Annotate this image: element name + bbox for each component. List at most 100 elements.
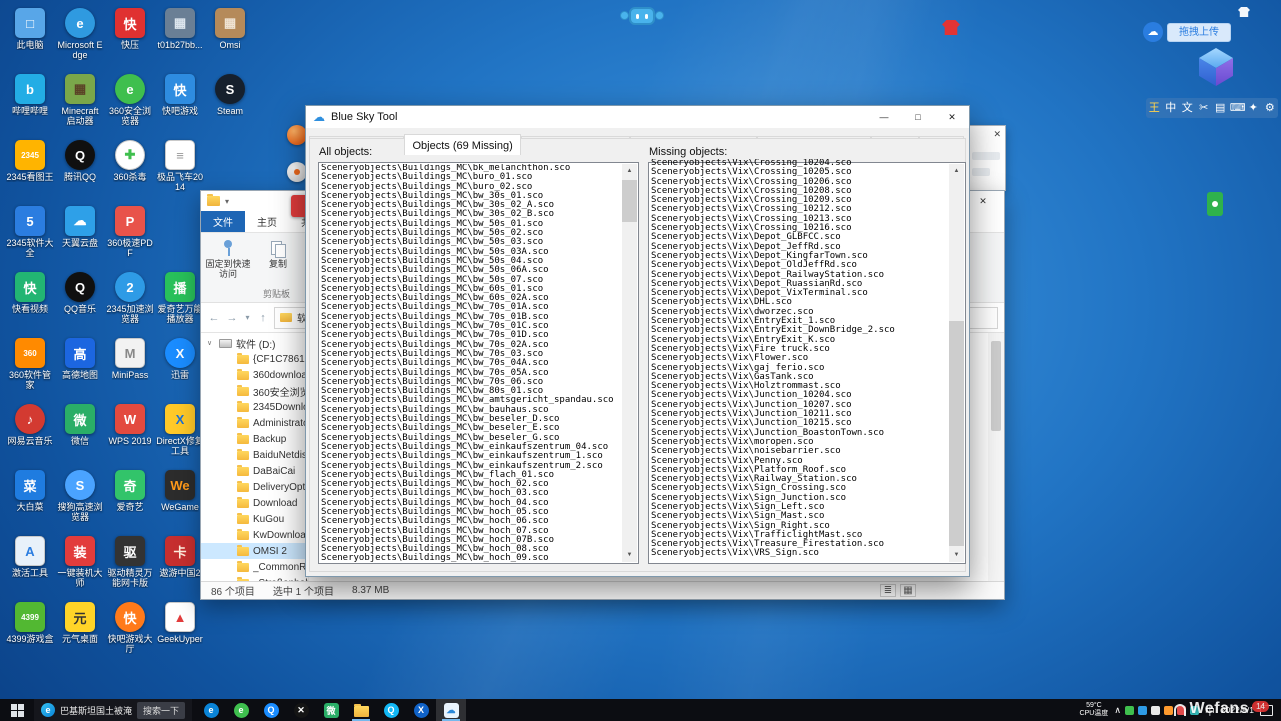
desktop-icon-wegame[interactable]: WeWeGame	[156, 470, 204, 512]
desktop-icon-iqiyi-player[interactable]: 播爱奇艺万能播放器	[156, 272, 204, 324]
tree-item[interactable]: _CommonRe...	[201, 559, 308, 575]
taskbar-app-blue-sky-tool[interactable]: ☁	[436, 699, 466, 721]
thumbnails-view-button[interactable]: ▦	[900, 584, 916, 597]
tree-item[interactable]: 360downloa...	[201, 367, 308, 383]
desktop-icon-geek[interactable]: ▲GeekUyper	[156, 602, 204, 644]
desktop-icon-iqiyi[interactable]: 奇爱奇艺	[106, 470, 154, 512]
scrollbar-thumb[interactable]	[991, 341, 1001, 431]
scrollbar-thumb[interactable]	[622, 180, 637, 222]
desktop-icon-truck2[interactable]: 卡遨游中国2	[156, 536, 204, 578]
tree-item[interactable]: DeliveryOpti...	[201, 479, 308, 495]
expander-icon[interactable]: ∨	[207, 339, 215, 347]
toolbar-chinese-icon[interactable]: 中	[1164, 98, 1178, 118]
desktop-icon-sd-360[interactable]: ✚360杀毒	[106, 140, 154, 182]
tree-item[interactable]: BaiduNetdisk	[201, 447, 308, 463]
desktop-icon-browser-360[interactable]: e360安全浏览器	[106, 74, 154, 126]
scroll-down-icon[interactable]: ▼	[622, 548, 637, 562]
cube-widget-icon[interactable]	[1199, 48, 1233, 88]
copy-button[interactable]: 复制	[255, 237, 301, 288]
desktop-icon-sogou-browser[interactable]: S搜狗高速浏览器	[56, 470, 104, 522]
floating-ball-orange-icon[interactable]	[287, 125, 307, 145]
start-button[interactable]	[0, 699, 34, 721]
desktop-icon-manager-360[interactable]: 360360软件管家	[6, 338, 54, 390]
tv-mascot-icon[interactable]	[620, 3, 664, 29]
toolbar-settings-icon[interactable]: ⚙	[1263, 98, 1277, 118]
missing-objects-listbox[interactable]: Sceneryobjects\Vix\Crossing_10204.scoSce…	[648, 162, 966, 564]
taskbar-app-xbox[interactable]: ✕	[286, 699, 316, 721]
taskbar-app-browser-360[interactable]: e	[226, 699, 256, 721]
desktop-icon-omsi[interactable]: ▦Omsi	[206, 8, 254, 50]
tray-blue-icon[interactable]	[1138, 706, 1147, 715]
clothes-widget-icon[interactable]	[942, 20, 960, 35]
toolbar-keyboard-icon[interactable]: ⌨	[1230, 98, 1244, 118]
details-view-button[interactable]: ≣	[880, 584, 896, 597]
listbox-scrollbar[interactable]: ▲ ▼	[622, 164, 637, 562]
listbox-scrollbar[interactable]: ▲ ▼	[949, 164, 964, 562]
tree-item[interactable]: ∨软件 (D:)	[201, 335, 308, 351]
desktop-icon-minecraft[interactable]: ▦Minecraft 启动器	[56, 74, 104, 126]
cpu-temp-indicator[interactable]: 59°C CPU温度	[1080, 702, 1109, 718]
up-button[interactable]: ↑	[256, 312, 270, 324]
quick-access-dropdown-icon[interactable]: ▾	[225, 197, 229, 206]
desktop-icon-t01-image[interactable]: ▦t01b27bb...	[156, 8, 204, 50]
desktop-icon-qq-music[interactable]: QQQ音乐	[56, 272, 104, 314]
desktop-icon-dabaicai[interactable]: 菜大白菜	[6, 470, 54, 512]
explorer-tab-file[interactable]: 文件	[201, 211, 245, 232]
toolbar-scissors-icon[interactable]: ✂	[1197, 98, 1211, 118]
back-button[interactable]: ←	[207, 312, 221, 324]
desktop-icon-thunder[interactable]: X迅雷	[156, 338, 204, 380]
cloud-upload-icon[interactable]: ☁	[1143, 22, 1163, 42]
taskbar-app-thunder[interactable]: X	[406, 699, 436, 721]
scrollbar-thumb[interactable]	[949, 321, 964, 546]
desktop-icon-tianyi-cloud[interactable]: ☁天翼云盘	[56, 206, 104, 248]
desktop-icon-netease-music[interactable]: ♪网易云音乐	[6, 404, 54, 446]
desktop-icon-kuaiba-game[interactable]: 快快吧游戏	[156, 74, 204, 116]
desktop-icon-kuaikan-video[interactable]: 快快看视频	[6, 272, 54, 314]
all-objects-listbox[interactable]: Sceneryobjects\Buildings_MC\bk_melanchth…	[318, 162, 639, 564]
desktop-icon-bilibili[interactable]: b哔哩哔哩	[6, 74, 54, 116]
desktop-icon-kantuwang-2345[interactable]: 23452345看图王	[6, 140, 54, 182]
desktop-icon-browser-2345[interactable]: 22345加速浏览器	[106, 272, 154, 324]
desktop-icon-minipass[interactable]: MMiniPass	[106, 338, 154, 380]
taskbar-app-file-explorer[interactable]	[346, 699, 376, 721]
tray-orange-icon[interactable]	[1164, 706, 1173, 715]
file-list-scrollbar[interactable]	[988, 333, 1004, 581]
tree-item[interactable]: Download	[201, 495, 308, 511]
forward-button[interactable]: →	[225, 312, 239, 324]
close-button[interactable]: ✕	[935, 106, 969, 128]
tree-item[interactable]: KuGou	[201, 511, 308, 527]
news-search-button[interactable]: 搜索一下	[137, 702, 185, 719]
tray-green-icon[interactable]	[1125, 706, 1134, 715]
desktop-icon-steam[interactable]: SSteam	[206, 74, 254, 116]
explorer-tab-home[interactable]: 主页	[245, 211, 289, 232]
floating-ball-white-icon[interactable]	[287, 162, 307, 182]
toolbar-lang-icon[interactable]: 文	[1180, 98, 1194, 118]
desktop-icon-pdf-360[interactable]: P360极速PDF	[106, 206, 154, 258]
taskbar-app-qq[interactable]: Q	[376, 699, 406, 721]
tree-item[interactable]: DaBaiCai	[201, 463, 308, 479]
taskbar-app-qq-browser[interactable]: Q	[256, 699, 286, 721]
desktop-icon-directx[interactable]: XDirectX修复工具	[156, 404, 204, 456]
scroll-up-icon[interactable]: ▲	[622, 164, 637, 178]
desktop-icon-nfs2014[interactable]: ≡极品飞车2014	[156, 140, 204, 192]
bst-titlebar[interactable]: ☁ Blue Sky Tool — □ ✕	[306, 106, 969, 128]
toolbar-star-icon[interactable]: ✦	[1246, 98, 1260, 118]
desktop-icon-kuaiba-hall[interactable]: 快快吧游戏大厅	[106, 602, 154, 654]
toolbar-board-icon[interactable]: ▤	[1213, 98, 1227, 118]
taskbar-app-edge[interactable]: e	[196, 699, 226, 721]
desktop-icon-qq[interactable]: Q腾讯QQ	[56, 140, 104, 182]
desktop-icon-zhuangji[interactable]: 装一键装机大师	[56, 536, 104, 588]
desktop-icon-this-pc[interactable]: □此电脑	[6, 8, 54, 50]
tray-chevron-icon[interactable]: ∧	[1114, 706, 1121, 715]
close-button[interactable]: ✕	[968, 191, 998, 211]
top-right-mini-icon[interactable]	[1238, 7, 1250, 17]
tree-item[interactable]: {CF1C7861-0...	[201, 351, 308, 367]
tab-objects[interactable]: Objects (69 Missing)	[404, 134, 520, 155]
desktop-icon-activator[interactable]: A激活工具	[6, 536, 54, 578]
tree-item[interactable]: 360安全浏览...	[201, 383, 308, 399]
maximize-button[interactable]: □	[901, 106, 935, 128]
tree-item[interactable]: OMSI 2	[201, 543, 308, 559]
taskbar-app-wechat[interactable]: 微	[316, 699, 346, 721]
pin-to-quick-access-button[interactable]: 固定到快速访问	[205, 237, 251, 288]
object-list-item[interactable]: Sceneryobjects\Buildings_MC\bw_hoch_09.s…	[321, 554, 621, 562]
